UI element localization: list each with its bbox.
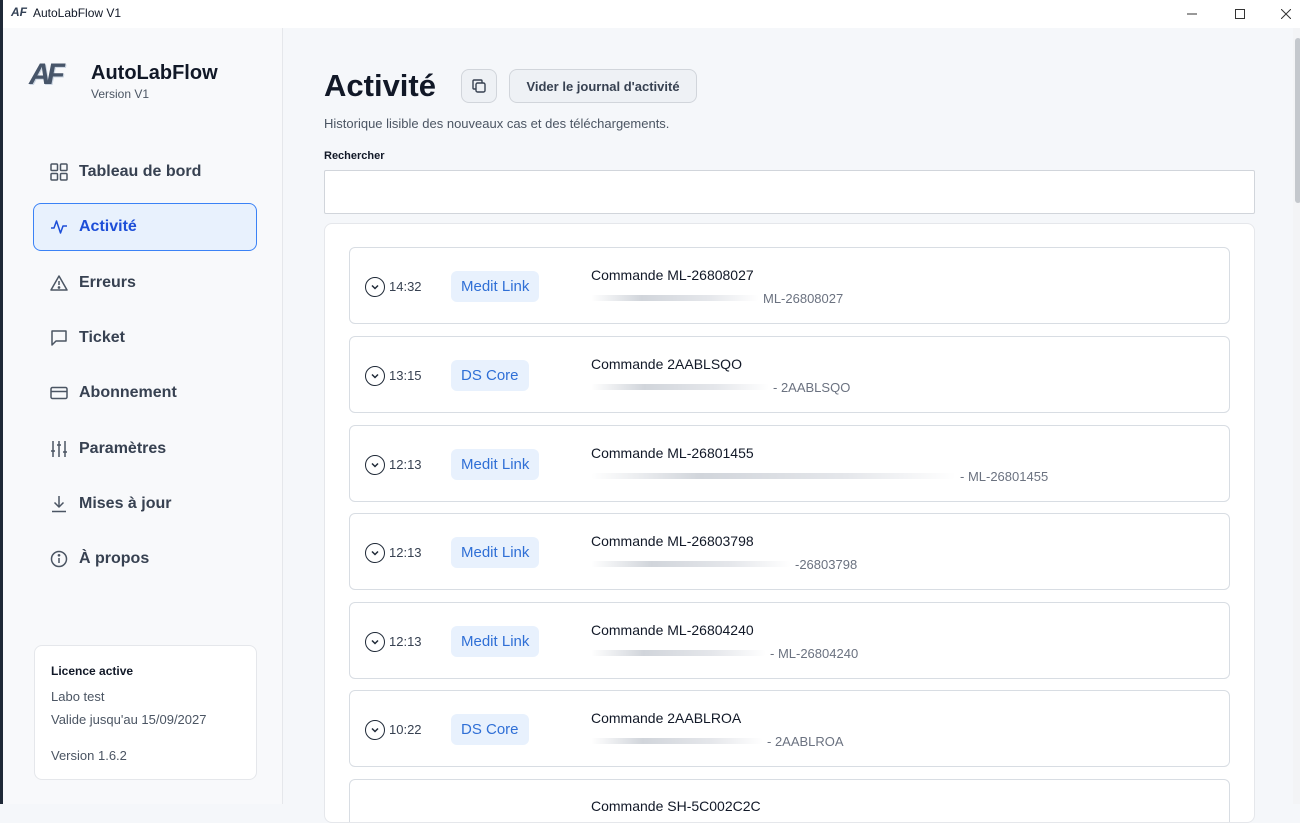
sidebar-item-label: Ticket (79, 329, 125, 346)
app-logo-icon: AF (11, 5, 27, 19)
entry-time: 10:22 (389, 722, 422, 737)
entry-command: Commande 2AABLSQO (591, 356, 742, 372)
license-valid-until: Valide jusqu'au 15/09/2027 (51, 712, 207, 727)
chevron-down-icon[interactable] (365, 366, 385, 386)
license-card: Licence active Labo test Valide jusqu'au… (34, 645, 257, 780)
credit-card-icon (49, 383, 69, 403)
message-icon (49, 328, 69, 348)
chevron-down-icon[interactable] (365, 543, 385, 563)
page-title: Activité (324, 68, 436, 103)
sidebar-item-ticket[interactable]: Ticket (33, 314, 257, 362)
app-version: Version 1.6.2 (51, 748, 127, 763)
entry-detail: - 2AABLSQO (591, 379, 850, 395)
sidebar-item-label: Mises à jour (79, 495, 172, 512)
clear-log-button[interactable]: Vider le journal d'activité (509, 69, 697, 103)
sidebar-item-errors[interactable]: Erreurs (33, 259, 257, 307)
entry-command: Commande ML-26801455 (591, 445, 754, 461)
search-input[interactable] (324, 170, 1255, 214)
sidebar-item-label: Activité (79, 218, 137, 235)
activity-entry[interactable]: 12:13 Medit Link Commande ML-26803798 -2… (349, 513, 1230, 590)
main-content: Activité Vider le journal d'activité His… (284, 28, 1293, 823)
main-scrollbar[interactable] (1293, 28, 1300, 804)
brand-version: Version V1 (91, 87, 150, 101)
license-title: Licence active (51, 664, 134, 678)
warning-triangle-icon (49, 273, 69, 293)
source-badge: Medit Link (451, 626, 540, 657)
activity-entry[interactable]: Commande SH-5C002C2C (349, 779, 1230, 822)
sidebar-item-updates[interactable]: Mises à jour (33, 480, 257, 528)
close-button[interactable] (1263, 0, 1300, 28)
activity-entry[interactable]: 12:13 Medit Link Commande ML-26804240 - … (349, 602, 1230, 679)
dashboard-grid-icon (49, 162, 69, 182)
redacted-text (591, 561, 791, 567)
chevron-down-icon[interactable] (365, 277, 385, 297)
brand-name: AutoLabFlow (91, 62, 218, 84)
source-badge: DS Core (451, 714, 529, 745)
source-badge: Medit Link (451, 271, 540, 302)
download-icon (49, 494, 69, 514)
activity-entry[interactable]: 10:22 DS Core Commande 2AABLROA - 2AABLR… (349, 690, 1230, 767)
app-window: AF AutoLabFlow V1 AF AutoLabFlow Version… (0, 0, 1300, 823)
license-lab-name: Labo test (51, 689, 105, 704)
sidebar-item-label: Erreurs (79, 274, 136, 291)
chevron-down-icon[interactable] (365, 632, 385, 652)
activity-entry[interactable]: 13:15 DS Core Commande 2AABLSQO - 2AABLS… (349, 336, 1230, 413)
sidebar-item-label: Paramètres (79, 440, 167, 457)
scrollbar-thumb[interactable] (1295, 38, 1300, 203)
redacted-text (591, 384, 769, 390)
entry-command: Commande ML-26808027 (591, 267, 754, 283)
brand-logo: AF (29, 58, 65, 91)
entry-time: 13:15 (389, 368, 422, 383)
entry-command: Commande 2AABLROA (591, 710, 742, 726)
sidebar-item-label: Abonnement (79, 384, 177, 401)
entry-detail: - ML-26801455 (591, 468, 1048, 484)
activity-feed: 14:32 Medit Link Commande ML-26808027 ML… (324, 223, 1255, 823)
chevron-down-icon[interactable] (365, 720, 385, 740)
entry-time: 12:13 (389, 634, 422, 649)
sidebar-item-settings[interactable]: Paramètres (33, 425, 257, 473)
minimize-button[interactable] (1169, 0, 1215, 28)
entry-command: Commande ML-26803798 (591, 533, 754, 549)
minimize-icon (1187, 13, 1197, 15)
sidebar-item-label: À propos (79, 550, 150, 567)
entry-detail: -26803798 (591, 556, 857, 572)
sliders-icon (49, 439, 69, 459)
entry-command: Commande SH-5C002C2C (591, 798, 761, 814)
window-title: AutoLabFlow V1 (33, 6, 122, 20)
page-subtitle: Historique lisible des nouveaux cas et d… (324, 116, 670, 131)
entry-time: 12:13 (389, 457, 422, 472)
entry-command: Commande ML-26804240 (591, 622, 754, 638)
redacted-text (591, 473, 956, 479)
sidebar-item-label: Tableau de bord (79, 163, 202, 180)
title-bar: AF AutoLabFlow V1 (3, 0, 1300, 28)
source-badge: Medit Link (451, 449, 540, 480)
redacted-text (591, 650, 766, 656)
close-icon (1281, 9, 1291, 19)
entry-detail: ML-26808027 (591, 290, 843, 306)
source-badge: Medit Link (451, 537, 540, 568)
activity-entry[interactable]: 12:13 Medit Link Commande ML-26801455 - … (349, 425, 1230, 502)
chevron-down-icon[interactable] (365, 455, 385, 475)
source-badge: DS Core (451, 360, 529, 391)
activity-pulse-icon (49, 217, 69, 237)
sidebar-item-dashboard[interactable]: Tableau de bord (33, 148, 257, 196)
entry-detail: - ML-26804240 (591, 645, 858, 661)
brand: AF AutoLabFlow Version V1 (29, 58, 269, 108)
maximize-icon (1235, 9, 1245, 19)
copy-icon (472, 79, 486, 93)
sidebar-item-subscription[interactable]: Abonnement (33, 369, 257, 417)
sidebar-item-about[interactable]: À propos (33, 535, 257, 583)
sidebar: AF AutoLabFlow Version V1 Tableau de bor… (3, 28, 283, 804)
maximize-button[interactable] (1217, 0, 1263, 28)
entry-time: 14:32 (389, 279, 422, 294)
info-icon (49, 549, 69, 569)
copy-button[interactable] (461, 69, 497, 103)
redacted-text (591, 738, 763, 744)
redacted-text (591, 295, 759, 301)
activity-entry[interactable]: 14:32 Medit Link Commande ML-26808027 ML… (349, 247, 1230, 324)
entry-detail: - 2AABLROA (591, 733, 844, 749)
entry-time: 12:13 (389, 545, 422, 560)
search-label: Rechercher (324, 150, 385, 162)
sidebar-item-activity[interactable]: Activité (33, 203, 257, 251)
